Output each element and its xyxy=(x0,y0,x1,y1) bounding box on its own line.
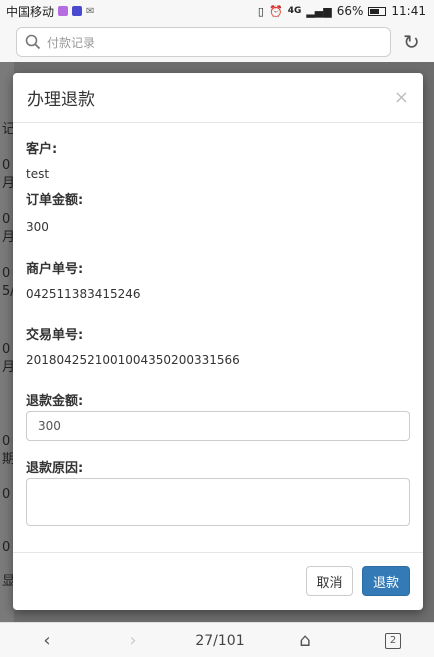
network-type: 4G xyxy=(287,6,302,16)
merchant-no-value: 042511383415246 xyxy=(26,287,141,301)
modal-header: 办理退款 × xyxy=(13,73,423,123)
cancel-button[interactable]: 取消 xyxy=(306,566,353,596)
background-text: 0 xyxy=(2,342,11,357)
refund-amount-input[interactable]: 300 xyxy=(26,411,410,441)
background-text: 0 xyxy=(2,487,11,502)
video-notification-icon xyxy=(72,6,83,16)
refund-modal: 办理退款 × 客户: test 订单金额: 300 商户单号: 04251138… xyxy=(13,73,423,610)
customer-value: test xyxy=(26,167,50,181)
home-icon[interactable]: ⌂ xyxy=(290,623,320,657)
status-bar: 中国移动 ✉ ▯ ⏰ 4G ▂▄▆ 66% 11:41 xyxy=(0,0,434,22)
refund-amount-label: 退款金额: xyxy=(26,394,84,409)
browser-bottom-nav: ‹ › 27/101 ⌂ 2 xyxy=(0,622,434,657)
browser-toolbar: 付款记录 ↻ xyxy=(0,22,434,62)
search-icon xyxy=(25,34,41,50)
background-text: 0 xyxy=(2,434,11,449)
mail-notification-icon: ✉ xyxy=(86,5,95,17)
trade-no-label: 交易单号: xyxy=(26,328,84,343)
alarm-icon: ⏰ xyxy=(268,4,283,18)
forward-icon[interactable]: › xyxy=(118,623,148,657)
signal-icon: ▂▄▆ xyxy=(306,4,332,18)
app-notification-icon xyxy=(58,6,69,16)
battery-percent: 66% xyxy=(336,4,364,18)
trade-no-value: 20180425210010043502003315​66 xyxy=(26,353,240,367)
refund-button[interactable]: 退款 xyxy=(362,566,410,596)
background-text: 0 xyxy=(2,158,11,173)
modal-title: 办理退款 xyxy=(27,90,95,110)
refund-reason-input[interactable] xyxy=(26,478,410,526)
clock: 11:41 xyxy=(391,4,426,18)
carrier-label: 中国移动 xyxy=(6,4,55,19)
background-text: 0 xyxy=(2,540,11,555)
page-indicator[interactable]: 27/101 xyxy=(190,623,250,657)
close-icon[interactable]: × xyxy=(394,87,409,108)
order-amount-label: 订单金额: xyxy=(26,193,84,208)
search-placeholder: 付款记录 xyxy=(47,35,96,50)
merchant-no-label: 商户单号: xyxy=(26,262,84,277)
customer-label: 客户: xyxy=(26,142,58,157)
reload-icon[interactable]: ↻ xyxy=(403,30,420,54)
refund-reason-label: 退款原因: xyxy=(26,461,84,476)
search-input[interactable]: 付款记录 xyxy=(16,27,391,57)
vibrate-icon: ▯ xyxy=(257,4,264,18)
tab-count: 2 xyxy=(385,632,401,649)
background-text: 0 xyxy=(2,212,11,227)
tabs-button[interactable]: 2 xyxy=(378,623,408,657)
background-text: 0 xyxy=(2,266,11,281)
modal-footer: 取消 退款 xyxy=(13,552,423,610)
back-icon[interactable]: ‹ xyxy=(32,623,62,657)
order-amount-value: 300 xyxy=(26,220,49,234)
battery-icon xyxy=(368,6,387,16)
